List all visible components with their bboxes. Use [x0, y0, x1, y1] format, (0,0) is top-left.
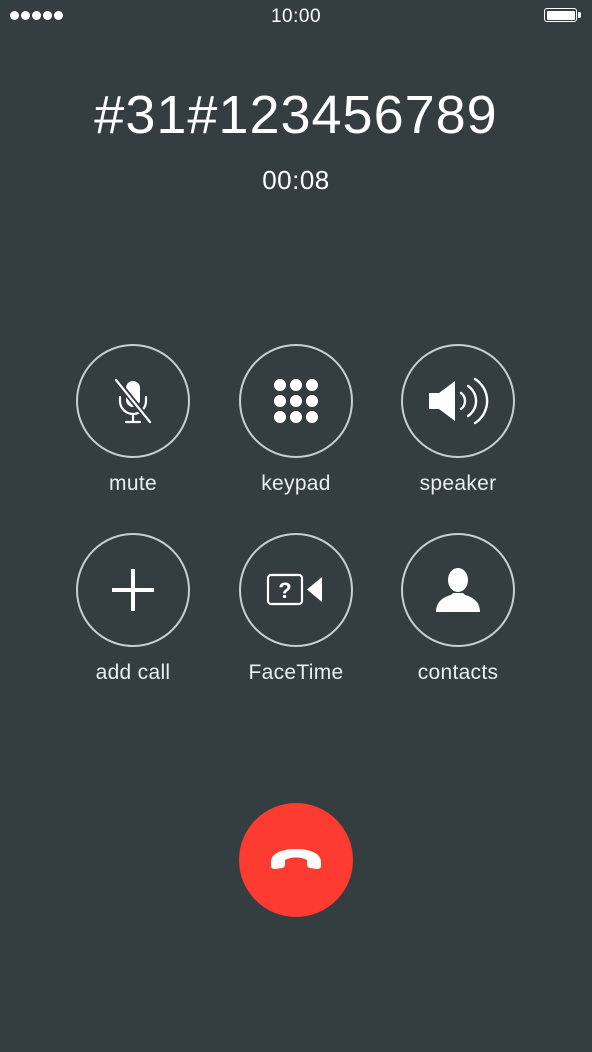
contacts-label: contacts	[417, 661, 499, 684]
battery-fill	[546, 10, 575, 20]
phone-hangup-icon	[268, 847, 324, 873]
speaker-label: speaker	[419, 472, 497, 495]
keypad-button[interactable]: keypad	[216, 344, 376, 504]
speaker-circle[interactable]	[401, 344, 515, 458]
status-time: 10:00	[270, 6, 322, 27]
caller-number: #31#123456789	[94, 85, 498, 145]
battery-icon	[544, 8, 582, 24]
battery-body	[544, 8, 577, 22]
mute-label: mute	[109, 472, 157, 495]
plus-icon	[110, 567, 156, 613]
battery-tip	[578, 12, 581, 18]
speaker-button[interactable]: speaker	[378, 344, 538, 504]
end-call-button[interactable]	[239, 803, 353, 917]
keypad-grid-icon	[271, 376, 321, 426]
add-call-label: add call	[95, 661, 171, 684]
person-silhouette-icon	[433, 566, 483, 614]
mute-circle[interactable]	[76, 344, 190, 458]
status-bar: 10:00	[0, 0, 592, 34]
keypad-circle[interactable]	[239, 344, 353, 458]
facetime-circle[interactable]: ?	[239, 533, 353, 647]
contacts-circle[interactable]	[401, 533, 515, 647]
mute-button[interactable]: mute	[53, 344, 213, 504]
svg-text:?: ?	[278, 578, 291, 603]
keypad-label: keypad	[261, 472, 331, 495]
contacts-button[interactable]: contacts	[378, 533, 538, 693]
add-call-button[interactable]: add call	[53, 533, 213, 693]
facetime-label: FaceTime	[248, 661, 344, 684]
speaker-icon	[427, 375, 489, 427]
call-duration: 00:08	[262, 165, 330, 195]
facetime-video-question-icon: ?	[266, 572, 326, 608]
add-call-circle[interactable]	[76, 533, 190, 647]
microphone-muted-icon	[105, 373, 161, 429]
facetime-button[interactable]: ? FaceTime	[216, 533, 376, 693]
